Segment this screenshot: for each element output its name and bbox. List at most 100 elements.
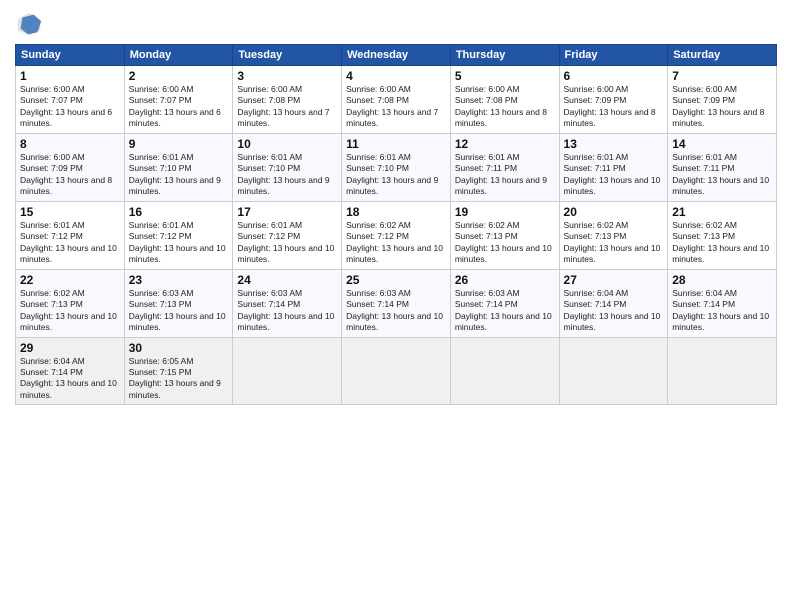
day-number: 13 (564, 137, 664, 151)
calendar-week-row: 15Sunrise: 6:01 AMSunset: 7:12 PMDayligh… (16, 201, 777, 269)
day-info: Sunrise: 6:03 AMSunset: 7:14 PMDaylight:… (455, 288, 555, 334)
day-info: Sunrise: 6:03 AMSunset: 7:14 PMDaylight:… (346, 288, 446, 334)
day-info: Sunrise: 6:02 AMSunset: 7:12 PMDaylight:… (346, 220, 446, 266)
calendar-week-row: 29Sunrise: 6:04 AMSunset: 7:14 PMDayligh… (16, 337, 777, 405)
day-info: Sunrise: 6:00 AMSunset: 7:08 PMDaylight:… (237, 84, 337, 130)
calendar-day-cell: 17Sunrise: 6:01 AMSunset: 7:12 PMDayligh… (233, 201, 342, 269)
day-info: Sunrise: 6:02 AMSunset: 7:13 PMDaylight:… (564, 220, 664, 266)
calendar-day-cell: 20Sunrise: 6:02 AMSunset: 7:13 PMDayligh… (559, 201, 668, 269)
day-info: Sunrise: 6:04 AMSunset: 7:14 PMDaylight:… (672, 288, 772, 334)
calendar-day-cell: 29Sunrise: 6:04 AMSunset: 7:14 PMDayligh… (16, 337, 125, 405)
calendar-day-cell (342, 337, 451, 405)
calendar-day-cell (233, 337, 342, 405)
day-number: 18 (346, 205, 446, 219)
day-number: 8 (20, 137, 120, 151)
day-info: Sunrise: 6:03 AMSunset: 7:13 PMDaylight:… (129, 288, 229, 334)
calendar-day-cell: 2Sunrise: 6:00 AMSunset: 7:07 PMDaylight… (124, 66, 233, 134)
calendar-day-cell: 25Sunrise: 6:03 AMSunset: 7:14 PMDayligh… (342, 269, 451, 337)
calendar-day-cell: 14Sunrise: 6:01 AMSunset: 7:11 PMDayligh… (668, 133, 777, 201)
day-info: Sunrise: 6:05 AMSunset: 7:15 PMDaylight:… (129, 356, 229, 402)
day-header-saturday: Saturday (668, 45, 777, 66)
day-info: Sunrise: 6:00 AMSunset: 7:07 PMDaylight:… (20, 84, 120, 130)
day-number: 25 (346, 273, 446, 287)
day-header-sunday: Sunday (16, 45, 125, 66)
day-info: Sunrise: 6:00 AMSunset: 7:09 PMDaylight:… (672, 84, 772, 130)
calendar-day-cell: 6Sunrise: 6:00 AMSunset: 7:09 PMDaylight… (559, 66, 668, 134)
day-number: 1 (20, 69, 120, 83)
calendar-day-cell: 13Sunrise: 6:01 AMSunset: 7:11 PMDayligh… (559, 133, 668, 201)
day-header-wednesday: Wednesday (342, 45, 451, 66)
calendar-day-cell: 16Sunrise: 6:01 AMSunset: 7:12 PMDayligh… (124, 201, 233, 269)
calendar-day-cell: 1Sunrise: 6:00 AMSunset: 7:07 PMDaylight… (16, 66, 125, 134)
calendar-day-cell (559, 337, 668, 405)
day-number: 21 (672, 205, 772, 219)
calendar-day-cell (668, 337, 777, 405)
day-number: 23 (129, 273, 229, 287)
calendar-day-cell: 10Sunrise: 6:01 AMSunset: 7:10 PMDayligh… (233, 133, 342, 201)
day-info: Sunrise: 6:01 AMSunset: 7:10 PMDaylight:… (346, 152, 446, 198)
calendar-day-cell: 8Sunrise: 6:00 AMSunset: 7:09 PMDaylight… (16, 133, 125, 201)
day-info: Sunrise: 6:01 AMSunset: 7:11 PMDaylight:… (455, 152, 555, 198)
day-info: Sunrise: 6:00 AMSunset: 7:07 PMDaylight:… (129, 84, 229, 130)
day-number: 11 (346, 137, 446, 151)
calendar-day-cell (450, 337, 559, 405)
day-number: 6 (564, 69, 664, 83)
day-number: 26 (455, 273, 555, 287)
page: SundayMondayTuesdayWednesdayThursdayFrid… (0, 0, 792, 612)
day-number: 4 (346, 69, 446, 83)
calendar-week-row: 1Sunrise: 6:00 AMSunset: 7:07 PMDaylight… (16, 66, 777, 134)
calendar-day-cell: 30Sunrise: 6:05 AMSunset: 7:15 PMDayligh… (124, 337, 233, 405)
header (15, 10, 777, 38)
day-header-thursday: Thursday (450, 45, 559, 66)
day-number: 24 (237, 273, 337, 287)
day-number: 5 (455, 69, 555, 83)
day-info: Sunrise: 6:03 AMSunset: 7:14 PMDaylight:… (237, 288, 337, 334)
day-number: 7 (672, 69, 772, 83)
day-number: 16 (129, 205, 229, 219)
day-info: Sunrise: 6:00 AMSunset: 7:09 PMDaylight:… (20, 152, 120, 198)
calendar-day-cell: 11Sunrise: 6:01 AMSunset: 7:10 PMDayligh… (342, 133, 451, 201)
calendar-day-cell: 4Sunrise: 6:00 AMSunset: 7:08 PMDaylight… (342, 66, 451, 134)
day-info: Sunrise: 6:01 AMSunset: 7:10 PMDaylight:… (129, 152, 229, 198)
day-number: 19 (455, 205, 555, 219)
day-header-friday: Friday (559, 45, 668, 66)
day-info: Sunrise: 6:01 AMSunset: 7:11 PMDaylight:… (672, 152, 772, 198)
calendar-day-cell: 3Sunrise: 6:00 AMSunset: 7:08 PMDaylight… (233, 66, 342, 134)
day-number: 10 (237, 137, 337, 151)
calendar-day-cell: 9Sunrise: 6:01 AMSunset: 7:10 PMDaylight… (124, 133, 233, 201)
day-number: 22 (20, 273, 120, 287)
day-number: 12 (455, 137, 555, 151)
day-info: Sunrise: 6:02 AMSunset: 7:13 PMDaylight:… (672, 220, 772, 266)
calendar-day-cell: 12Sunrise: 6:01 AMSunset: 7:11 PMDayligh… (450, 133, 559, 201)
calendar-day-cell: 15Sunrise: 6:01 AMSunset: 7:12 PMDayligh… (16, 201, 125, 269)
logo (15, 10, 47, 38)
day-info: Sunrise: 6:04 AMSunset: 7:14 PMDaylight:… (20, 356, 120, 402)
day-header-monday: Monday (124, 45, 233, 66)
day-info: Sunrise: 6:01 AMSunset: 7:12 PMDaylight:… (129, 220, 229, 266)
day-info: Sunrise: 6:00 AMSunset: 7:08 PMDaylight:… (346, 84, 446, 130)
calendar-day-cell: 26Sunrise: 6:03 AMSunset: 7:14 PMDayligh… (450, 269, 559, 337)
day-number: 17 (237, 205, 337, 219)
calendar-day-cell: 28Sunrise: 6:04 AMSunset: 7:14 PMDayligh… (668, 269, 777, 337)
calendar-header-row: SundayMondayTuesdayWednesdayThursdayFrid… (16, 45, 777, 66)
day-number: 2 (129, 69, 229, 83)
calendar-day-cell: 7Sunrise: 6:00 AMSunset: 7:09 PMDaylight… (668, 66, 777, 134)
day-info: Sunrise: 6:01 AMSunset: 7:11 PMDaylight:… (564, 152, 664, 198)
calendar-day-cell: 19Sunrise: 6:02 AMSunset: 7:13 PMDayligh… (450, 201, 559, 269)
day-number: 14 (672, 137, 772, 151)
calendar-day-cell: 22Sunrise: 6:02 AMSunset: 7:13 PMDayligh… (16, 269, 125, 337)
day-info: Sunrise: 6:02 AMSunset: 7:13 PMDaylight:… (20, 288, 120, 334)
day-info: Sunrise: 6:00 AMSunset: 7:08 PMDaylight:… (455, 84, 555, 130)
day-info: Sunrise: 6:00 AMSunset: 7:09 PMDaylight:… (564, 84, 664, 130)
day-number: 9 (129, 137, 229, 151)
calendar-day-cell: 24Sunrise: 6:03 AMSunset: 7:14 PMDayligh… (233, 269, 342, 337)
calendar-week-row: 22Sunrise: 6:02 AMSunset: 7:13 PMDayligh… (16, 269, 777, 337)
calendar-day-cell: 18Sunrise: 6:02 AMSunset: 7:12 PMDayligh… (342, 201, 451, 269)
day-header-tuesday: Tuesday (233, 45, 342, 66)
day-number: 30 (129, 341, 229, 355)
calendar-day-cell: 27Sunrise: 6:04 AMSunset: 7:14 PMDayligh… (559, 269, 668, 337)
day-number: 3 (237, 69, 337, 83)
day-number: 20 (564, 205, 664, 219)
logo-icon (15, 10, 43, 38)
day-number: 29 (20, 341, 120, 355)
